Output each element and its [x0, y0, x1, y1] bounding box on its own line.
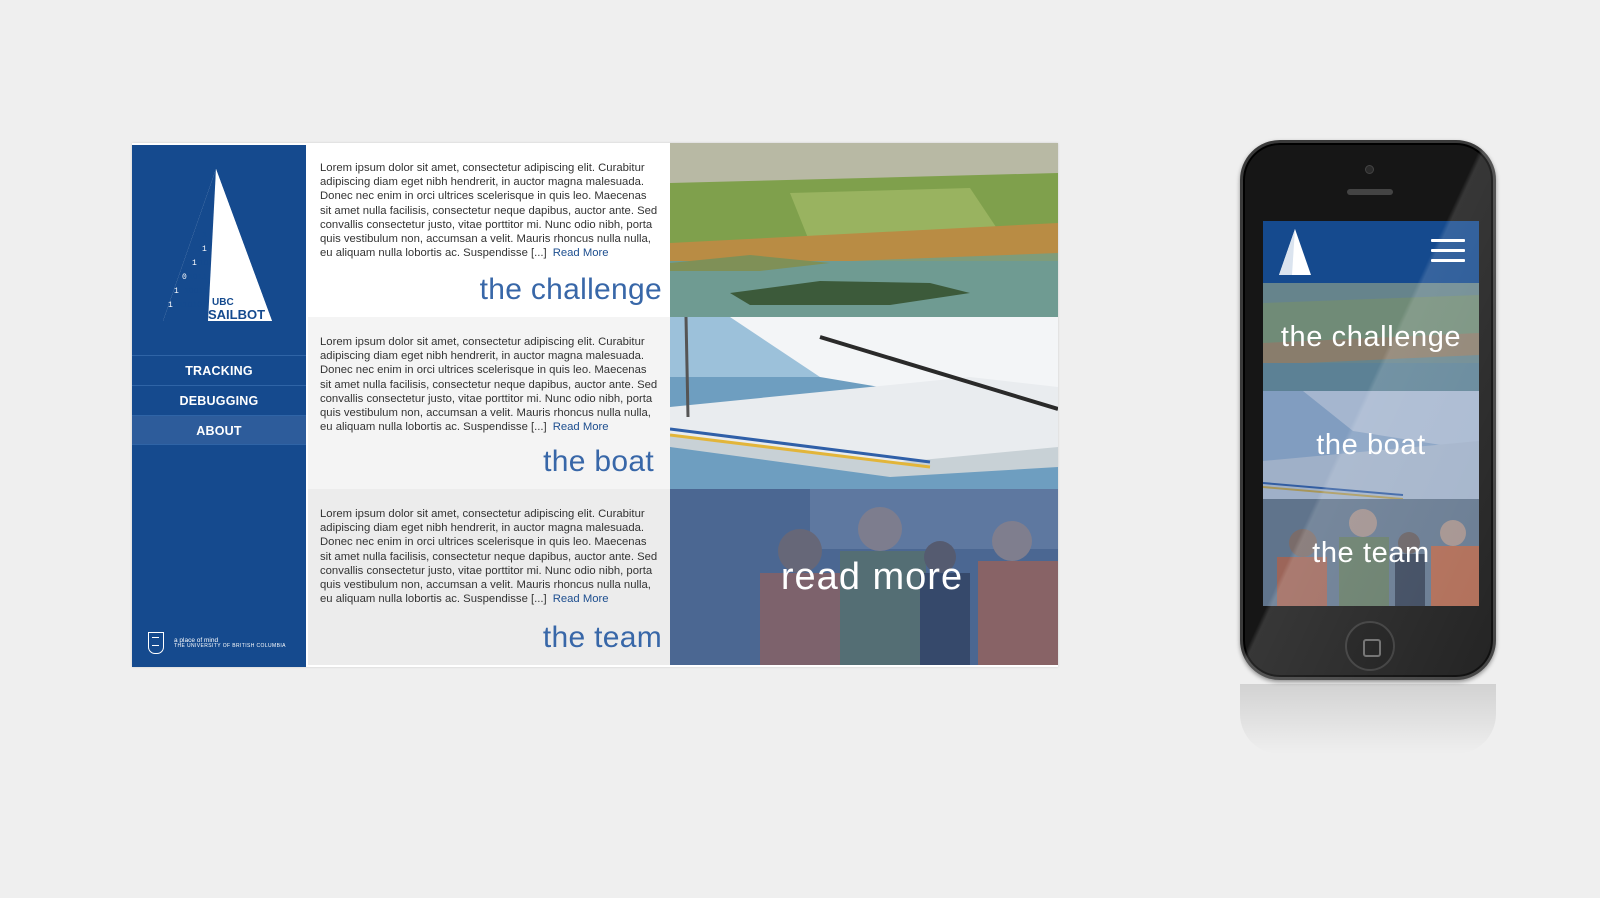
read-more-link[interactable]: Read More [553, 247, 609, 259]
team-image[interactable]: read more [670, 489, 1058, 665]
home-button[interactable] [1345, 621, 1395, 671]
mobile-tile-boat[interactable]: the boat [1263, 391, 1479, 499]
read-more-link[interactable]: Read More [553, 593, 609, 605]
sidebar: 1 10 110 1011 10011 110101 1 1 0 1 1 UBC… [132, 145, 306, 667]
mobile-tile-challenge[interactable]: the challenge [1263, 283, 1479, 391]
mobile-header [1263, 221, 1479, 283]
mobile-logo[interactable] [1271, 225, 1321, 281]
desktop-mockup: 1 10 110 1011 10011 110101 1 1 0 1 1 UBC… [132, 143, 1058, 667]
svg-text:1: 1 [168, 301, 173, 310]
section-body: Lorem ipsum dolor sit amet, consectetur … [320, 336, 658, 434]
mobile-tile-label: the boat [1316, 428, 1426, 461]
section-team: Lorem ipsum dolor sit amet, consectetur … [308, 489, 1058, 665]
svg-text:10011: 10011 [184, 287, 208, 296]
nav-item-about[interactable]: ABOUT [132, 415, 306, 445]
phone-mockup: the challenge the boat the team [1240, 140, 1496, 680]
nav-item-debugging[interactable]: DEBUGGING [132, 385, 306, 415]
svg-text:1011: 1011 [188, 273, 207, 282]
hamburger-icon[interactable] [1431, 239, 1465, 263]
svg-text:110101: 110101 [178, 301, 207, 310]
main-content: Lorem ipsum dolor sit amet, consectetur … [308, 143, 1058, 667]
phone-reflection [1240, 684, 1496, 754]
ubc-name: THE UNIVERSITY OF BRITISH COLUMBIA [174, 642, 286, 649]
section-title[interactable]: the challenge [480, 273, 662, 307]
boat-image[interactable] [670, 317, 1058, 489]
section-title[interactable]: the boat [543, 445, 654, 479]
section-challenge: Lorem ipsum dolor sit amet, consectetur … [308, 143, 1058, 317]
mobile-tile-team[interactable]: the team [1263, 499, 1479, 606]
logo-bottom-text: SAILBOT [208, 307, 265, 322]
read-more-link[interactable]: Read More [553, 421, 609, 433]
svg-text:1: 1 [202, 231, 207, 240]
phone-frame: the challenge the boat the team [1240, 140, 1496, 680]
section-body: Lorem ipsum dolor sit amet, consectetur … [320, 162, 658, 260]
svg-text:1: 1 [192, 259, 197, 268]
challenge-image[interactable] [670, 143, 1058, 317]
nav-item-tracking[interactable]: TRACKING [132, 355, 306, 385]
svg-text:1: 1 [202, 245, 207, 254]
ubc-footer-logo[interactable]: a place of mind THE UNIVERSITY OF BRITIS… [148, 629, 298, 657]
svg-text:0: 0 [182, 273, 187, 282]
svg-text:1: 1 [174, 287, 179, 296]
phone-screen: the challenge the boat the team [1263, 221, 1479, 606]
sailbot-logo[interactable]: 1 10 110 1011 10011 110101 1 1 0 1 1 UBC… [132, 159, 306, 329]
section-title[interactable]: the team [543, 621, 662, 655]
mobile-tile-label: the team [1312, 536, 1430, 569]
speaker-grille [1347, 189, 1393, 195]
camera-icon [1365, 165, 1374, 174]
main-nav: TRACKING DEBUGGING ABOUT [132, 355, 306, 445]
mobile-tile-label: the challenge [1280, 320, 1462, 353]
section-boat: Lorem ipsum dolor sit amet, consectetur … [308, 317, 1058, 489]
section-body: Lorem ipsum dolor sit amet, consectetur … [320, 508, 658, 606]
read-more-overlay[interactable]: read more [670, 489, 1058, 665]
ubc-crest-icon [148, 632, 164, 654]
